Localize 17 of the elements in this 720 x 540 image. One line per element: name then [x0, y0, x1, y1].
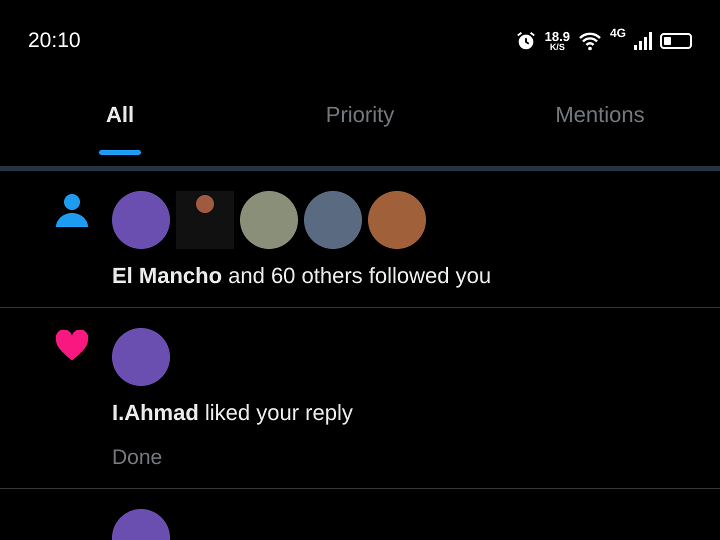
tab[interactable]: Mentions	[480, 82, 720, 166]
heart-icon	[54, 330, 90, 362]
alarm-clock-icon	[514, 30, 537, 52]
battery-icon	[660, 33, 692, 49]
signal-icon	[634, 32, 652, 50]
notification-text: I.Ahmad liked your reply	[112, 400, 353, 426]
reply-excerpt: Done	[112, 446, 164, 470]
status-time: 20:10	[28, 29, 81, 53]
network-speed: 18.9	[544, 30, 570, 43]
tab[interactable]: Priority	[240, 82, 480, 166]
quote-image-placeholder[interactable]	[176, 191, 234, 249]
wifi-icon	[578, 31, 602, 51]
network-type: 4G	[610, 26, 626, 40]
person-icon	[56, 193, 88, 227]
speed-unit: K/S	[550, 43, 565, 52]
tab[interactable]: All	[0, 82, 240, 166]
notification-text: El Mancho and 60 others followed you	[112, 263, 492, 289]
